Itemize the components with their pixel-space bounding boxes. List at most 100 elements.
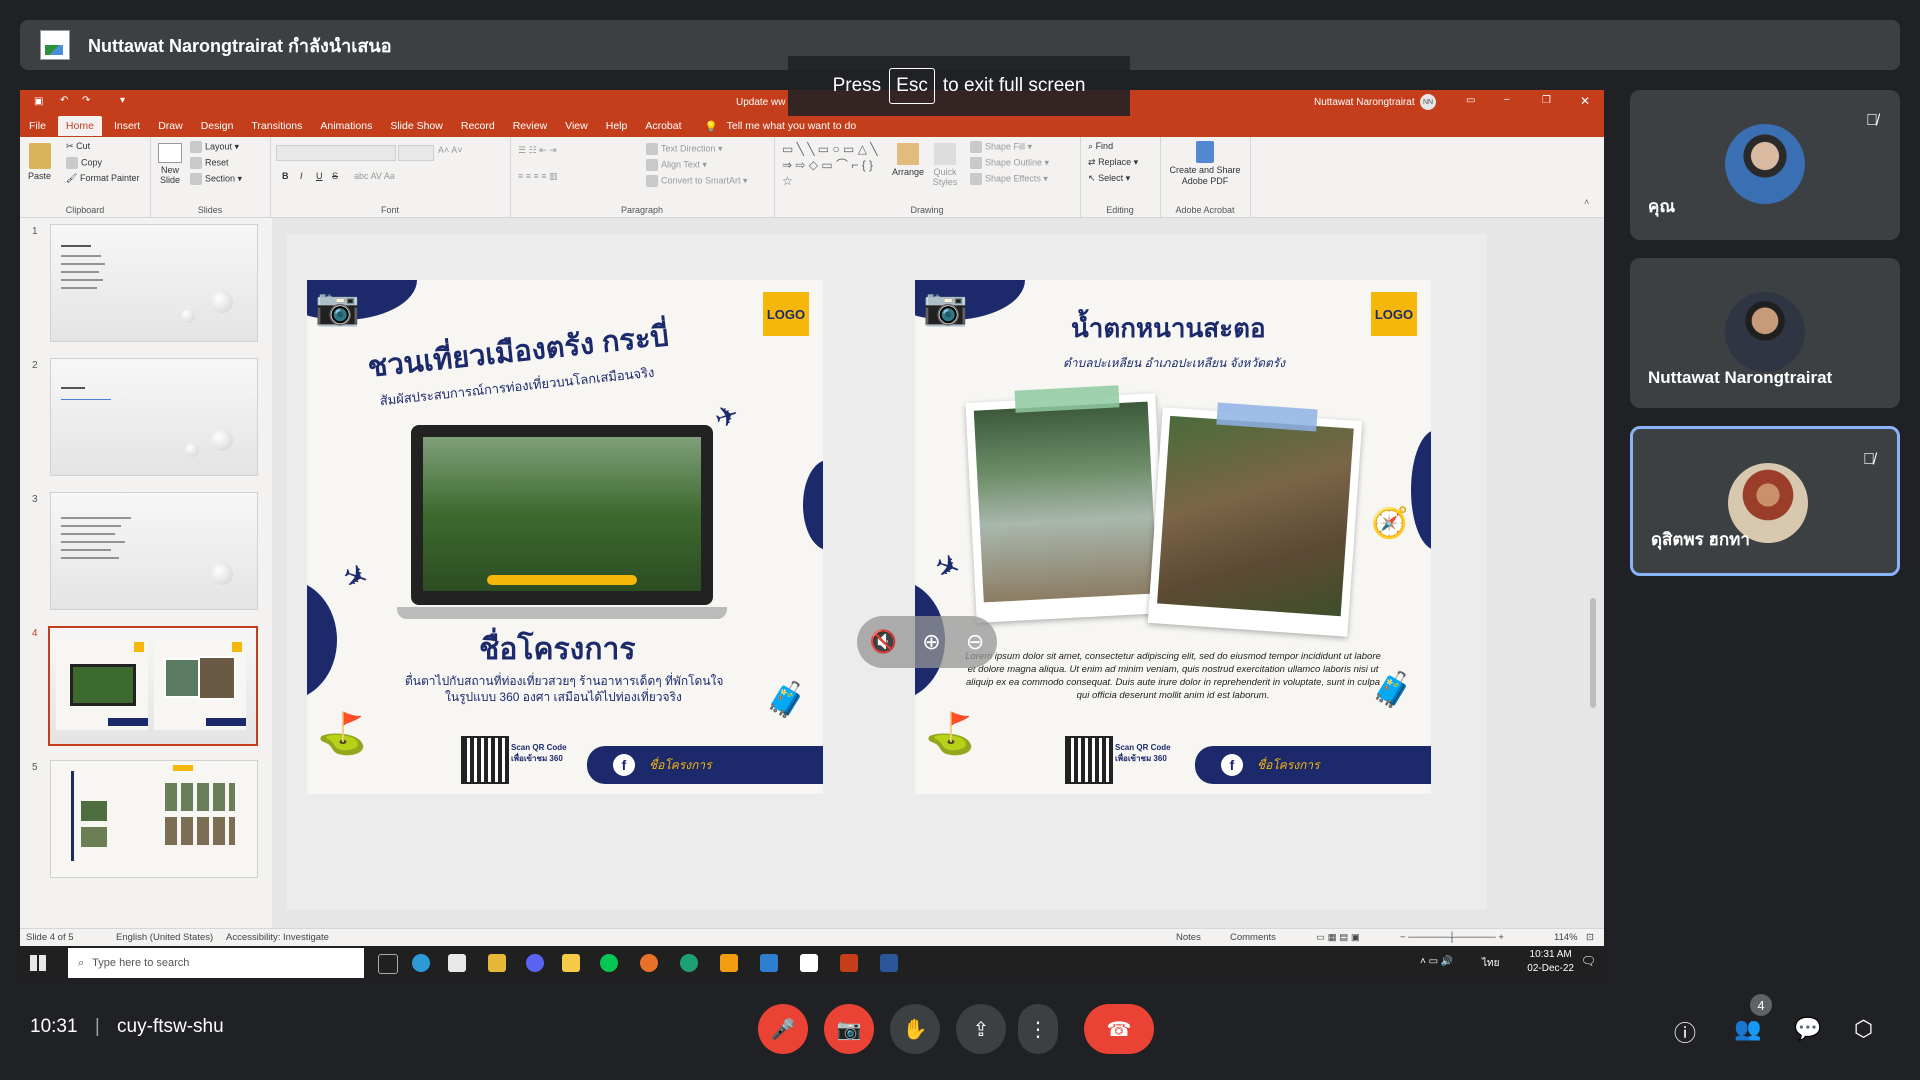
align-text-button[interactable]: Align Text ▾ <box>646 159 707 171</box>
arrange-button[interactable]: Arrange <box>892 143 924 177</box>
replace-button[interactable]: ⇄ Replace ▾ <box>1088 157 1138 168</box>
camera-toggle-button[interactable]: 📷 <box>824 1004 874 1054</box>
shape-outline-button[interactable]: Shape Outline ▾ <box>970 157 1049 169</box>
shape-effects-button[interactable]: Shape Effects ▾ <box>970 173 1048 185</box>
tab-home[interactable]: Home <box>57 116 102 136</box>
accessibility-status[interactable]: Accessibility: Investigate <box>226 932 329 943</box>
strike-button[interactable]: S <box>332 171 338 181</box>
cut-button[interactable]: ✂ Cut <box>66 141 90 152</box>
layout-button[interactable]: Layout ▾ <box>190 141 239 153</box>
font-grow-icon[interactable]: A˄ A˅ <box>438 145 463 155</box>
minimize-icon[interactable]: – <box>1504 94 1510 105</box>
slide-thumbnail-2[interactable] <box>50 358 258 476</box>
tab-view[interactable]: View <box>565 120 588 132</box>
tab-record[interactable]: Record <box>461 120 495 132</box>
system-tray-icons[interactable]: ˄ ▭ 🔊 <box>1420 956 1453 967</box>
more-options-button[interactable]: ⋮ <box>1018 1004 1058 1054</box>
poster-left[interactable]: 📷 LOGO ชวนเที่ยวเมืองตรัง กระบี่ สัมผัสป… <box>307 280 823 794</box>
windows-start-icon[interactable] <box>30 955 46 971</box>
copy-button[interactable]: Copy <box>66 157 102 169</box>
slide-thumbnail-1[interactable] <box>50 224 258 342</box>
save-icon[interactable]: ▣ <box>34 96 43 107</box>
redo-icon[interactable]: ↷ <box>82 95 90 106</box>
quick-styles-button[interactable]: Quick Styles <box>930 143 960 187</box>
find-button[interactable]: ⌕ Find <box>1088 141 1113 152</box>
pin-icon[interactable]: ⊕ <box>922 629 940 655</box>
underline-button[interactable]: U <box>316 171 323 181</box>
restore-icon[interactable]: ❐ <box>1542 95 1551 106</box>
meeting-code[interactable]: cuy-ftsw-shu <box>117 1016 224 1037</box>
format-painter-button[interactable]: 🖌 Format Painter <box>66 173 139 184</box>
customize-qat-icon[interactable]: ▾ <box>120 95 125 106</box>
shapes-gallery[interactable]: ▭ ╲ ╲ ▭ ○ ▭ △ ╲ ⇒ ⇨ ◇ ▭ ⌒ ⌐ { } ☆ <box>782 141 886 189</box>
activities-icon[interactable]: ⬡ <box>1854 1016 1873 1042</box>
tab-transitions[interactable]: Transitions <box>251 120 302 132</box>
taskbar-search[interactable]: ⌕ Type here to search <box>68 948 364 978</box>
view-buttons[interactable]: ▭ ▦ ▤ ▣ <box>1316 932 1360 943</box>
close-icon[interactable]: ✕ <box>1580 94 1590 108</box>
illustrator-icon[interactable] <box>720 954 738 972</box>
bold-button[interactable]: B <box>282 171 289 181</box>
end-call-button[interactable]: ☎ <box>1084 1004 1154 1054</box>
smartart-button[interactable]: Convert to SmartArt ▾ <box>646 175 748 187</box>
edge-dev-icon[interactable] <box>680 954 698 972</box>
remove-icon[interactable]: ⊖ <box>966 629 984 655</box>
scrollbar-thumb[interactable] <box>1590 598 1596 708</box>
tab-file[interactable]: File <box>29 120 46 132</box>
taskbar-clock[interactable]: 10:31 AM 02-Dec-22 <box>1527 948 1574 976</box>
line-icon[interactable] <box>600 954 618 972</box>
italic-button[interactable]: I <box>300 171 303 181</box>
ppt-user-avatar[interactable]: NN <box>1420 94 1436 110</box>
collapse-ribbon-icon[interactable]: ˄ <box>1584 197 1589 207</box>
tell-me-box[interactable]: Tell me what you want to do <box>727 120 857 132</box>
fit-slide-icon[interactable]: ⊡ <box>1586 932 1594 943</box>
create-pdf-button[interactable]: Create and Share Adobe PDF <box>1164 141 1246 187</box>
notes-button[interactable]: Notes <box>1176 932 1201 943</box>
word-icon[interactable] <box>880 954 898 972</box>
people-icon[interactable]: 👥 <box>1734 1016 1761 1042</box>
current-slide[interactable]: 📷 LOGO ชวนเที่ยวเมืองตรัง กระบี่ สัมผัสป… <box>287 234 1487 909</box>
comments-button[interactable]: Comments <box>1230 932 1276 943</box>
poster-right[interactable]: 📷 LOGO น้ำตกหนานสะตอ ตำบลปะเหลียน อำเภอป… <box>915 280 1431 794</box>
font-effects-icon[interactable]: abc AV Aa <box>354 171 395 181</box>
video-controls-overlay[interactable]: 🔇 ⊕ ⊖ <box>857 616 997 668</box>
task-view-icon[interactable] <box>378 954 398 974</box>
tab-review[interactable]: Review <box>513 120 547 132</box>
list-icons[interactable]: ☰ ☷ ⇤ ⇥ <box>518 145 557 156</box>
section-button[interactable]: Section ▾ <box>190 173 242 185</box>
slide-thumbnail-4-selected[interactable] <box>48 626 258 746</box>
new-slide-button[interactable]: New Slide <box>158 143 182 185</box>
participant-tile-self[interactable]: 🎙̸ คุณ <box>1630 90 1900 240</box>
slide-editing-area[interactable]: 📷 LOGO ชวนเที่ยวเมืองตรัง กระบี่ สัมผัสป… <box>272 218 1604 928</box>
tab-slide-show[interactable]: Slide Show <box>390 120 443 132</box>
meeting-details-icon[interactable]: ⓘ <box>1674 1016 1696 1048</box>
zoom-slider[interactable]: − ──────┼────── + <box>1400 932 1504 943</box>
tab-insert[interactable]: Insert <box>114 120 140 132</box>
participant-tile-speaking[interactable]: 🎙̸ ดุสิตพร ฮกทา <box>1630 426 1900 576</box>
vertical-scrollbar[interactable] <box>1588 218 1598 928</box>
participant-tile-presenter[interactable]: Nuttawat Narongtrairat <box>1630 258 1900 408</box>
font-size-box[interactable] <box>398 145 434 161</box>
align-icons[interactable]: ≡ ≡ ≡ ≡ ▥ <box>518 171 558 182</box>
select-button[interactable]: ↖ Select ▾ <box>1088 173 1130 184</box>
file-explorer-icon[interactable] <box>488 954 506 972</box>
sticky-notes-icon[interactable] <box>562 954 580 972</box>
undo-icon[interactable]: ↶ <box>60 95 68 106</box>
ribbon-display-icon[interactable]: ▭ <box>1466 95 1475 106</box>
language-status[interactable]: English (United States) <box>116 932 213 943</box>
tab-animations[interactable]: Animations <box>320 120 372 132</box>
reset-button[interactable]: Reset <box>190 157 229 169</box>
mute-icon[interactable]: 🔇 <box>870 629 897 655</box>
paste-button[interactable]: Paste <box>28 143 51 181</box>
chat-icon[interactable]: 💬 <box>1794 1016 1821 1042</box>
shape-fill-button[interactable]: Shape Fill ▾ <box>970 141 1032 153</box>
zoom-level[interactable]: 114% <box>1554 932 1578 943</box>
slide-thumbnail-3[interactable] <box>50 492 258 610</box>
store-icon[interactable] <box>448 954 466 972</box>
raise-hand-button[interactable]: ✋ <box>890 1004 940 1054</box>
app-icon[interactable] <box>640 954 658 972</box>
text-direction-button[interactable]: Text Direction ▾ <box>646 143 723 155</box>
slide-thumbnail-5[interactable] <box>50 760 258 878</box>
tab-acrobat[interactable]: Acrobat <box>645 120 681 132</box>
notion-icon[interactable] <box>800 954 818 972</box>
